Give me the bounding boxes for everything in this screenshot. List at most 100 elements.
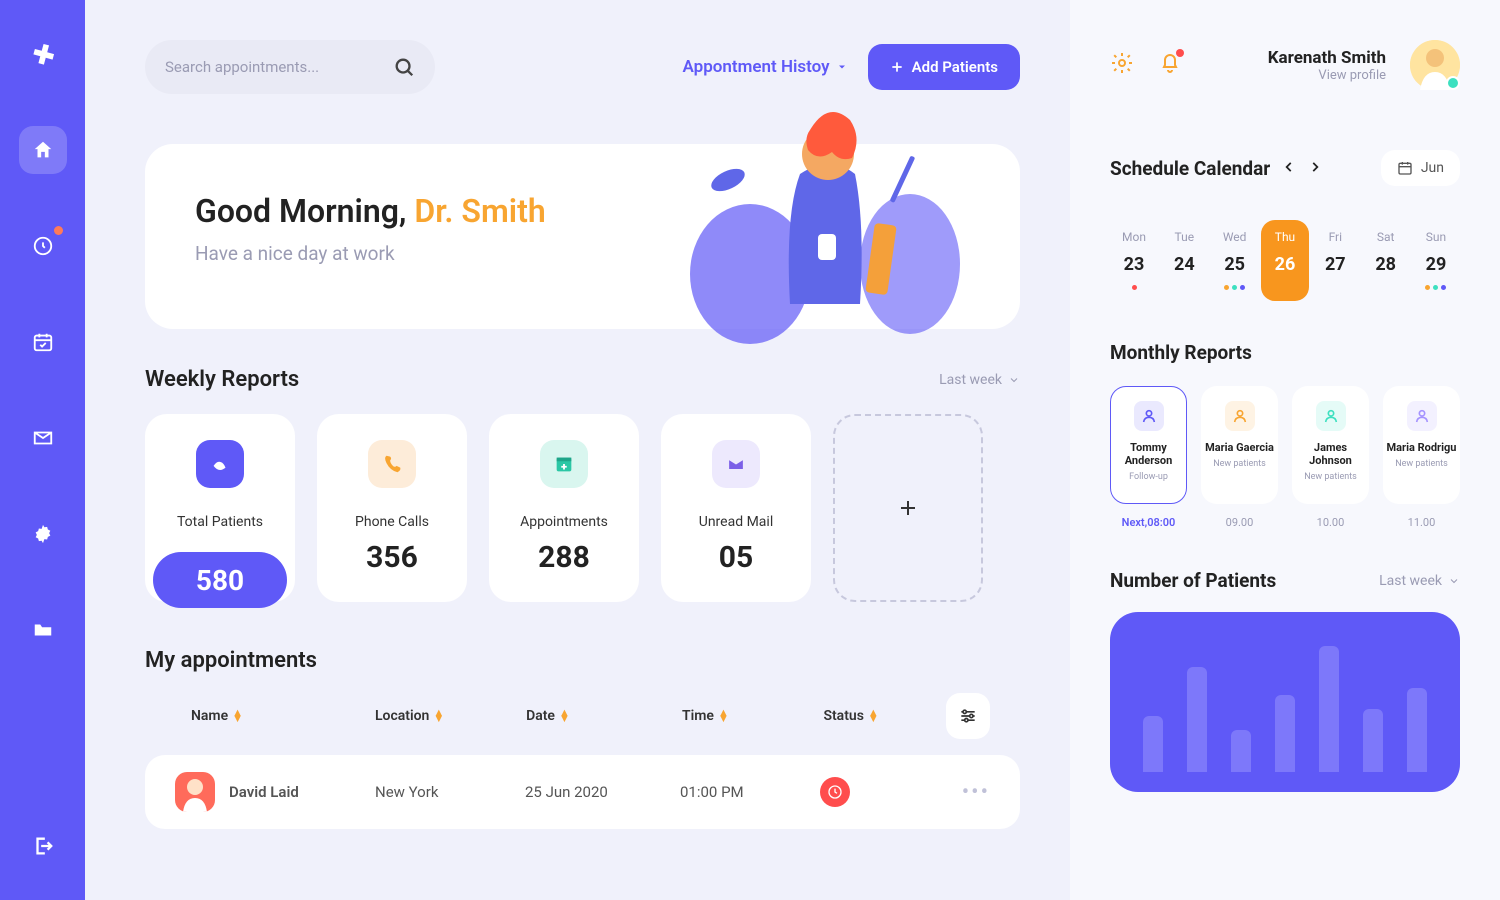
calendar-day[interactable]: Fri 27: [1311, 220, 1359, 301]
card-value: 288: [538, 540, 590, 575]
weekly-reports-title: Weekly Reports: [145, 367, 299, 392]
main-content: Appontment Histoy Add Patients Good Morn…: [85, 0, 1070, 900]
monthly-report-card[interactable]: Maria Gaercia New patients: [1201, 386, 1278, 504]
row-more-button[interactable]: •••: [962, 780, 990, 805]
day-name: Tue: [1175, 230, 1195, 244]
card-value: 356: [366, 540, 418, 575]
person-icon: [1407, 401, 1437, 431]
patients-chart-section: Number of Patients Last week: [1110, 569, 1460, 792]
monthly-card-tag: New patients: [1213, 459, 1266, 469]
online-indicator: [1446, 76, 1460, 90]
greeting-card: Good Morning, Dr. Smith Have a nice day …: [145, 144, 1020, 329]
person-icon: [1134, 401, 1164, 431]
search-bar[interactable]: [145, 40, 435, 94]
calendar-day[interactable]: Thu 26: [1261, 220, 1309, 301]
appointments-table-head: Name▲▼ Location▲▼ Date▲▼ Time▲▼ Status▲▼: [145, 693, 1020, 739]
nav-logout[interactable]: [19, 822, 67, 870]
col-date[interactable]: Date▲▼: [526, 708, 676, 724]
caret-down-icon: [836, 61, 848, 73]
monthly-card-name: Tommy Anderson: [1111, 441, 1186, 467]
monthly-report-card[interactable]: Tommy Anderson Follow-up: [1110, 386, 1187, 504]
calendar-day[interactable]: Tue 24: [1160, 220, 1208, 301]
search-input[interactable]: [165, 58, 393, 76]
calendar-day[interactable]: Sat 28: [1362, 220, 1410, 301]
col-location[interactable]: Location▲▼: [375, 708, 520, 724]
user-block[interactable]: Karenath Smith View profile: [1268, 48, 1386, 83]
plus-icon: [896, 496, 920, 520]
chart-bar: [1407, 688, 1427, 772]
notifications-button[interactable]: [1158, 51, 1182, 79]
row-date: 25 Jun 2020: [525, 783, 680, 801]
table-row[interactable]: David Laid New York 25 Jun 2020 01:00 PM…: [145, 755, 1020, 829]
right-topbar: Karenath Smith View profile: [1110, 40, 1460, 90]
monthly-report-card[interactable]: James Johnson New patients: [1292, 386, 1369, 504]
monthly-time: 09.00: [1201, 516, 1278, 529]
plus-icon: [890, 60, 904, 74]
chart-bar: [1231, 730, 1251, 772]
add-card-button[interactable]: [833, 414, 983, 602]
card-appointments[interactable]: Appointments 288: [489, 414, 639, 602]
status-pending-icon: [820, 777, 850, 807]
nav-calendar[interactable]: [19, 318, 67, 366]
table-filter-button[interactable]: [946, 693, 991, 739]
gear-icon: [1110, 51, 1134, 75]
card-label: Appointments: [520, 514, 608, 530]
nav-clock[interactable]: [19, 222, 67, 270]
monthly-card-name: Maria Gaercia: [1205, 441, 1274, 454]
row-name: David Laid: [229, 783, 375, 801]
card-phone-calls[interactable]: Phone Calls 356: [317, 414, 467, 602]
card-total-patients[interactable]: Total Patients 580: [145, 414, 295, 602]
day-name: Fri: [1329, 230, 1342, 244]
weekly-cards: Total Patients 580 Phone Calls 356 Appoi…: [145, 414, 1020, 602]
week-row: Mon 23 Tue 24 Wed 25 Thu 26 Fri: [1110, 220, 1460, 301]
day-name: Sun: [1426, 230, 1446, 244]
appointments-title: My appointments: [145, 648, 317, 673]
chevron-down-icon: [1448, 575, 1460, 587]
chart-bar: [1143, 716, 1163, 772]
calendar-next[interactable]: [1308, 159, 1322, 178]
patient-avatar: [175, 772, 215, 812]
day-dots: [1224, 285, 1245, 291]
calendar-icon: [1397, 160, 1413, 176]
card-unread-mail[interactable]: Unread Mail 05: [661, 414, 811, 602]
col-name[interactable]: Name▲▼: [175, 708, 369, 724]
notification-dot: [1176, 49, 1184, 57]
monthly-card-tag: New patients: [1304, 472, 1357, 482]
month-picker[interactable]: Jun: [1381, 150, 1460, 186]
user-avatar[interactable]: [1410, 40, 1460, 90]
card-value: 05: [719, 540, 753, 575]
col-status[interactable]: Status▲▼: [823, 708, 939, 724]
calendar-header: Schedule Calendar Jun: [1110, 150, 1460, 186]
calendar-day[interactable]: Wed 25: [1211, 220, 1259, 301]
nav-home[interactable]: [19, 126, 67, 174]
day-number: 26: [1275, 254, 1296, 275]
calendar-day[interactable]: Mon 23: [1110, 220, 1158, 301]
settings-button[interactable]: [1110, 51, 1134, 79]
sort-icon: ▲▼: [433, 710, 444, 722]
weekly-filter-dropdown[interactable]: Last week: [939, 372, 1020, 388]
day-number: 25: [1224, 254, 1245, 275]
card-label: Phone Calls: [355, 514, 429, 530]
calendar-day[interactable]: Sun 29: [1412, 220, 1460, 301]
monthly-card-tag: New patients: [1395, 459, 1448, 469]
day-name: Sat: [1377, 230, 1395, 244]
sort-icon: ▲▼: [718, 710, 729, 722]
day-name: Thu: [1275, 230, 1295, 244]
clock-icon: [32, 235, 54, 257]
sort-icon: ▲▼: [868, 710, 879, 722]
add-patients-label: Add Patients: [912, 58, 998, 76]
chart-bar: [1319, 646, 1339, 772]
day-number: 27: [1325, 254, 1346, 275]
calendar-icon: [540, 440, 588, 488]
calendar-prev[interactable]: [1282, 159, 1296, 178]
nav-folder[interactable]: [19, 606, 67, 654]
patients-filter-dropdown[interactable]: Last week: [1379, 573, 1460, 589]
monthly-report-card[interactable]: Maria Rodrigu New patients: [1383, 386, 1460, 504]
appointment-history-link[interactable]: Appontment Histoy: [683, 57, 848, 77]
nav-settings[interactable]: [19, 510, 67, 558]
col-time[interactable]: Time▲▼: [682, 708, 817, 724]
card-label: Unread Mail: [699, 514, 773, 530]
nav-mail[interactable]: [19, 414, 67, 462]
monthly-times-row: Next,08:0009.0010.0011.00: [1110, 516, 1460, 529]
sidebar: [0, 0, 85, 900]
